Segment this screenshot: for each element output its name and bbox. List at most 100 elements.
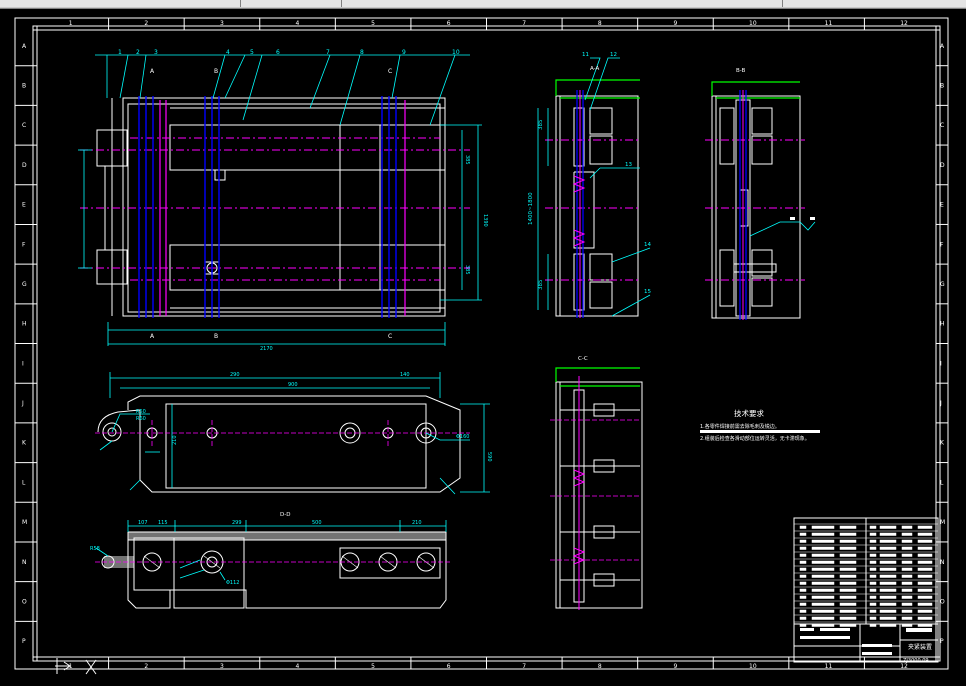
section-view-bb[interactable]: B-B [705,68,816,320]
grid-column-label: 5 [371,663,375,670]
dim-height-total: 1390 [482,214,488,227]
grid-row-label: P [22,638,26,645]
parts-list-cell [811,616,835,620]
dim-d-left: 290 [230,372,240,378]
parts-list-cell [901,567,913,571]
parts-list-cell [811,560,835,564]
parts-list-cell [799,623,807,627]
parts-list-cell [879,525,897,529]
title-block[interactable]: 夹紧装置 ZJ3000.09 [793,517,939,664]
parts-list-cell [839,525,857,529]
grid-row-label: M [940,519,945,526]
parts-list-cell [879,553,897,557]
section-mark-c: C [388,333,392,340]
parts-list-cell [869,546,877,550]
grid-column-label: 8 [598,663,602,670]
document-tab[interactable] [783,0,966,7]
grid-row-label: B [22,83,26,90]
parts-list-cell [799,595,807,599]
parts-list-cell [879,623,897,627]
balloon-label: 6 [276,49,280,56]
parts-list-cell [917,609,933,613]
parts-list-cell [901,532,913,536]
dim-s-d: 500 [312,520,322,526]
parts-list-cell [839,588,857,592]
parts-list-cell [901,560,913,564]
parts-list-cell [869,602,877,606]
grid-column-label: 11 [825,663,833,670]
parts-list-cell [917,574,933,578]
front-view[interactable]: 290 900 140 210 R50 R60 Φ160 590 [95,372,492,495]
section-mark-b: B [214,333,218,340]
parts-list-cell [811,546,835,550]
dim-s-hole: Φ112 [226,580,239,586]
parts-list-cell [839,532,857,536]
parts-list-cell [869,560,877,564]
parts-list-cell [799,567,807,571]
parts-list-cell [879,616,897,620]
grid-column-label: 9 [673,20,677,27]
grid-column-label: 5 [371,20,375,27]
grid-row-label: J [21,400,24,407]
parts-list-cell [811,602,835,606]
grid-row-label: L [940,479,944,486]
view-label-cc: C-C [578,356,588,362]
dim-side-upper: 385 [464,155,470,165]
grid-column-label: 2 [144,20,148,27]
grid-row-label: G [22,281,27,288]
parts-list-cell [901,616,913,620]
parts-list-cell [901,623,913,627]
balloon-label: 10 [452,49,460,56]
balloon-label: 3 [154,49,158,56]
grid-column-label: 1 [69,20,73,27]
parts-list-cell [879,602,897,606]
drawing-frame [14,17,949,670]
dim-d-r1: R50 [136,409,146,415]
parts-list-cell [869,567,877,571]
document-tab[interactable] [241,0,342,7]
grid-column-label: 4 [296,20,300,27]
dim-d-bottom: 590 [486,452,492,462]
parts-list-cell [917,602,933,606]
parts-list-cell [901,588,913,592]
tech-requirement-item: 1.各零件焊接前需去除毛刺及锐边。 [700,423,780,430]
parts-list-cell [839,560,857,564]
parts-list-cell [839,616,857,620]
grid-row-label: C [940,122,944,129]
dim-s-r: R58 [90,546,100,552]
grid-row-label: B [940,83,944,90]
parts-list-cell [869,574,877,578]
grid-row-label: O [22,598,27,605]
dim-d-height: 210 [172,435,178,445]
parts-list-cell [839,567,857,571]
parts-list-cell [901,581,913,585]
parts-list-cell [901,553,913,557]
section-view-dd[interactable]: 107 115 299 500 210 R58 Φ112 D-D [90,512,450,609]
section-view-aa[interactable]: 11 12 13 14 15 385 1400~1800 385 A-A [528,52,651,318]
parts-list-cell [879,539,897,543]
grid-row-label: O [940,598,945,605]
parts-list-cell [901,546,913,550]
parts-list-cell [869,609,877,613]
grid-row-label: P [940,638,944,645]
parts-list-cell [901,602,913,606]
document-tab[interactable] [342,0,783,7]
parts-list-cell [811,539,835,543]
document-tab[interactable] [0,0,241,7]
grid-column-label: 11 [825,20,833,27]
balloon-label: 7 [326,49,330,56]
balloon-label: 12 [610,52,617,58]
parts-list-cell [901,539,913,543]
parts-list-cell [811,595,835,599]
parts-list-cell [917,595,933,599]
parts-list-cell [879,567,897,571]
parts-list-cell [839,546,857,550]
grid-row-label: H [940,321,945,328]
section-view-cc[interactable]: C-C [550,356,643,610]
plan-view[interactable]: 1 2 3 4 5 6 7 8 9 10 A B C A B C 2170 13… [78,49,488,352]
grid-column-label: 7 [522,663,526,670]
cad-drawing-canvas[interactable]: 112233445566778899101011111212A AB BC CD DE E… [0,8,966,686]
parts-list-cell [917,525,933,529]
parts-list-cell [917,539,933,543]
grid-column-label: 7 [522,20,526,27]
